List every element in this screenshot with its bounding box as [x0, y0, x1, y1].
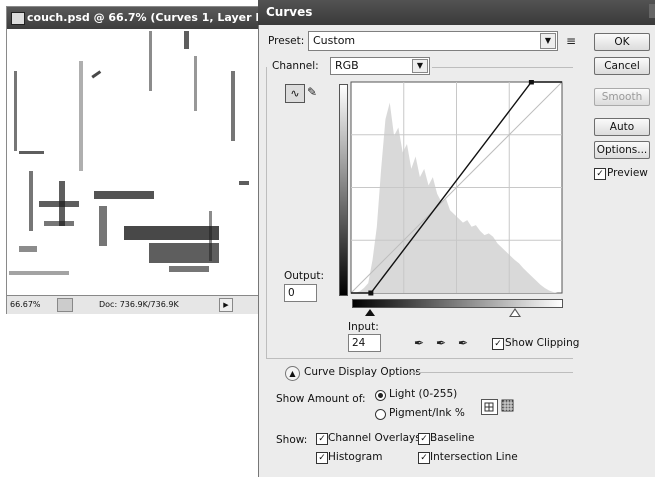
- input-gradient-bar: [352, 299, 563, 308]
- show-label: Show:: [276, 434, 308, 446]
- dialog-title: Curves: [266, 5, 313, 19]
- preview-label: Preview: [607, 167, 648, 179]
- show-clipping-label: Show Clipping: [505, 337, 580, 349]
- preset-options-icon[interactable]: ≡: [564, 34, 578, 48]
- white-point-slider-icon[interactable]: [511, 310, 519, 316]
- white-eyedropper-icon[interactable]: ✒: [456, 336, 470, 350]
- intersection-line-checkbox[interactable]: ✓: [418, 452, 430, 464]
- document-title-bar[interactable]: couch.psd @ 66.7% (Curves 1, Layer Mask/: [7, 7, 292, 29]
- document-icon: [11, 12, 25, 25]
- black-eyedropper-icon[interactable]: ✒: [412, 336, 426, 350]
- curves-graph[interactable]: [335, 80, 567, 298]
- curve-point[interactable]: [368, 290, 374, 296]
- dialog-title-bar[interactable]: Curves: [258, 0, 655, 25]
- group-border-bottom: [266, 358, 573, 359]
- auto-button[interactable]: Auto: [594, 118, 650, 136]
- channel-overlays-label: Channel Overlays: [328, 432, 421, 444]
- channel-label: Channel:: [272, 60, 319, 72]
- output-field[interactable]: 0: [284, 284, 317, 302]
- histogram-checkbox[interactable]: ✓: [316, 452, 328, 464]
- output-gradient-bar: [339, 84, 348, 296]
- intersection-line-label: Intersection Line: [430, 451, 518, 463]
- preset-value: Custom: [313, 34, 356, 47]
- channel-group-border: [432, 67, 573, 68]
- curve-display-options-divider: [410, 372, 573, 373]
- group-border-left: [266, 67, 268, 359]
- detailed-grid-icon[interactable]: [501, 399, 515, 413]
- curve-point-tool-icon[interactable]: ∿: [285, 84, 305, 103]
- document-size: Doc: 736.9K/736.9K: [99, 300, 179, 309]
- pencil-tool-icon[interactable]: ✎: [305, 85, 319, 99]
- channel-select[interactable]: RGB ▼: [330, 57, 430, 75]
- zoom-level[interactable]: 66.67%: [10, 296, 41, 314]
- document-canvas[interactable]: [9, 31, 257, 293]
- ok-button[interactable]: OK: [594, 33, 650, 51]
- document-title: couch.psd @ 66.7% (Curves 1, Layer Mask/: [27, 11, 292, 24]
- baseline-label: Baseline: [430, 432, 475, 444]
- show-clipping-checkbox[interactable]: ✓: [492, 338, 504, 350]
- document-window: couch.psd @ 66.7% (Curves 1, Layer Mask/: [6, 6, 292, 314]
- document-status-bar: 66.67% Doc: 736.9K/736.9K ▶: [7, 295, 259, 314]
- chevron-down-icon: ▼: [540, 33, 556, 49]
- light-label: Light (0-255): [389, 388, 458, 400]
- chevron-down-icon: ▼: [412, 59, 428, 73]
- preset-label: Preset:: [268, 35, 305, 47]
- smooth-button[interactable]: Smooth: [594, 88, 650, 106]
- dialog-close-icon[interactable]: [649, 4, 655, 18]
- input-field[interactable]: 24: [348, 334, 381, 352]
- simple-grid-icon[interactable]: [481, 399, 498, 415]
- collapse-toggle-icon[interactable]: ▲: [285, 366, 300, 381]
- histogram-label: Histogram: [328, 451, 383, 463]
- preset-select[interactable]: Custom ▼: [308, 31, 558, 51]
- status-info-icon[interactable]: [57, 298, 73, 312]
- output-label: Output:: [284, 270, 325, 282]
- show-amount-label: Show Amount of:: [276, 393, 366, 405]
- curve-display-options-label[interactable]: Curve Display Options: [304, 366, 421, 378]
- gray-eyedropper-icon[interactable]: ✒: [434, 336, 448, 350]
- light-radio[interactable]: [375, 390, 386, 401]
- couch-image: [9, 31, 257, 293]
- status-menu-arrow-icon[interactable]: ▶: [219, 298, 233, 312]
- baseline-checkbox[interactable]: ✓: [418, 433, 430, 445]
- pigment-label: Pigment/Ink %: [389, 407, 465, 419]
- preview-checkbox[interactable]: ✓: [594, 168, 606, 180]
- black-point-slider-icon[interactable]: [365, 309, 375, 316]
- channel-value: RGB: [335, 59, 359, 72]
- channel-overlays-checkbox[interactable]: ✓: [316, 433, 328, 445]
- curve-point[interactable]: [528, 80, 534, 85]
- pigment-radio[interactable]: [375, 409, 386, 420]
- options-button[interactable]: Options...: [594, 141, 650, 159]
- input-label: Input:: [348, 321, 379, 333]
- cancel-button[interactable]: Cancel: [594, 57, 650, 75]
